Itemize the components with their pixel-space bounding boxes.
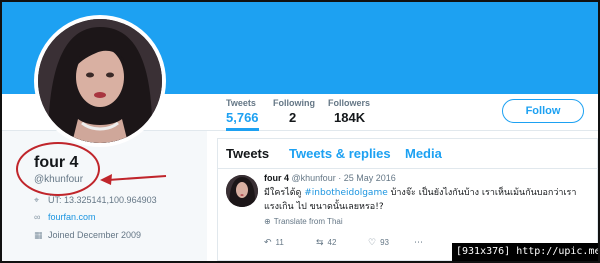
tweet-date[interactable]: · 25 May 2016	[338, 173, 396, 183]
like-button[interactable]: ♡ 93	[368, 237, 389, 248]
profile-website: ∞ fourfan.com	[34, 212, 96, 222]
link-icon: ∞	[34, 212, 41, 222]
location-pin-icon: ⌖	[34, 195, 40, 205]
stat-label: Tweets	[226, 98, 256, 108]
calendar-icon: ▦	[34, 230, 43, 240]
stat-label: Followers	[328, 98, 371, 108]
watermark-stamp: [931x376] http://upic.me/	[452, 243, 598, 261]
tab-tweets[interactable]: Tweets	[226, 146, 269, 161]
tweet-header: four 4 @khunfour · 25 May 2016	[264, 173, 396, 183]
joined-text: Joined December 2009	[48, 230, 142, 240]
tweet-actions: ↶ 11 ⇆ 42 ♡ 93 ⋯	[264, 237, 464, 251]
stat-following[interactable]: Following 2	[273, 98, 315, 131]
avatar-ring	[34, 15, 166, 147]
follow-button[interactable]: Follow	[502, 99, 584, 123]
screenshot-frame: Tweets 5,766 Following 2 Followers 184K …	[0, 0, 600, 263]
stat-followers[interactable]: Followers 184K	[328, 98, 370, 131]
avatar[interactable]	[38, 19, 162, 143]
stat-value: 184K	[334, 110, 366, 125]
tweet-text-start: มีใครได้ดู	[264, 188, 305, 198]
reply-icon: ↶	[264, 237, 272, 247]
tweet-author-name[interactable]: four 4	[264, 173, 289, 183]
retweet-count: 42	[327, 238, 337, 247]
tweet-hashtag[interactable]: #inbotheidolgame	[304, 188, 388, 198]
location-text: ÜT: 13.325141,100.964903	[48, 195, 157, 205]
tab-tweets-replies[interactable]: Tweets & replies	[289, 146, 391, 161]
tweet-avatar[interactable]	[226, 175, 258, 207]
stat-value: 5,766	[226, 110, 259, 125]
annotation-arrow	[100, 174, 167, 185]
reply-button[interactable]: ↶ 11	[264, 237, 284, 248]
translate-label: Translate from Thai	[273, 217, 343, 226]
retweet-button[interactable]: ⇆ 42	[316, 237, 336, 248]
translate-link[interactable]: ⊕ Translate from Thai	[264, 217, 343, 226]
stat-value: 2	[289, 110, 297, 125]
stat-tweets[interactable]: Tweets 5,766	[226, 98, 259, 131]
like-count: 93	[380, 238, 389, 247]
heart-icon: ♡	[368, 237, 377, 247]
annotation-circle	[16, 142, 100, 196]
more-icon: ⋯	[414, 237, 423, 247]
retweet-icon: ⇆	[316, 237, 324, 247]
tweet-text: มีใครได้ดู #inbotheidolgame บ้างจ๊ะ เป็น…	[264, 186, 589, 214]
stat-label: Following	[273, 98, 315, 108]
profile-joined: ▦ Joined December 2009	[34, 230, 141, 241]
tweet-author-handle[interactable]: @khunfour	[292, 173, 336, 183]
timeline-tabs: Tweets Tweets & replies Media	[218, 139, 597, 169]
tab-media[interactable]: Media	[405, 146, 442, 161]
more-button[interactable]: ⋯	[414, 237, 427, 248]
website-link[interactable]: fourfan.com	[48, 212, 96, 222]
profile-location: ⌖ ÜT: 13.325141,100.964903	[34, 195, 157, 206]
reply-count: 11	[275, 238, 284, 247]
globe-icon: ⊕	[264, 217, 271, 226]
